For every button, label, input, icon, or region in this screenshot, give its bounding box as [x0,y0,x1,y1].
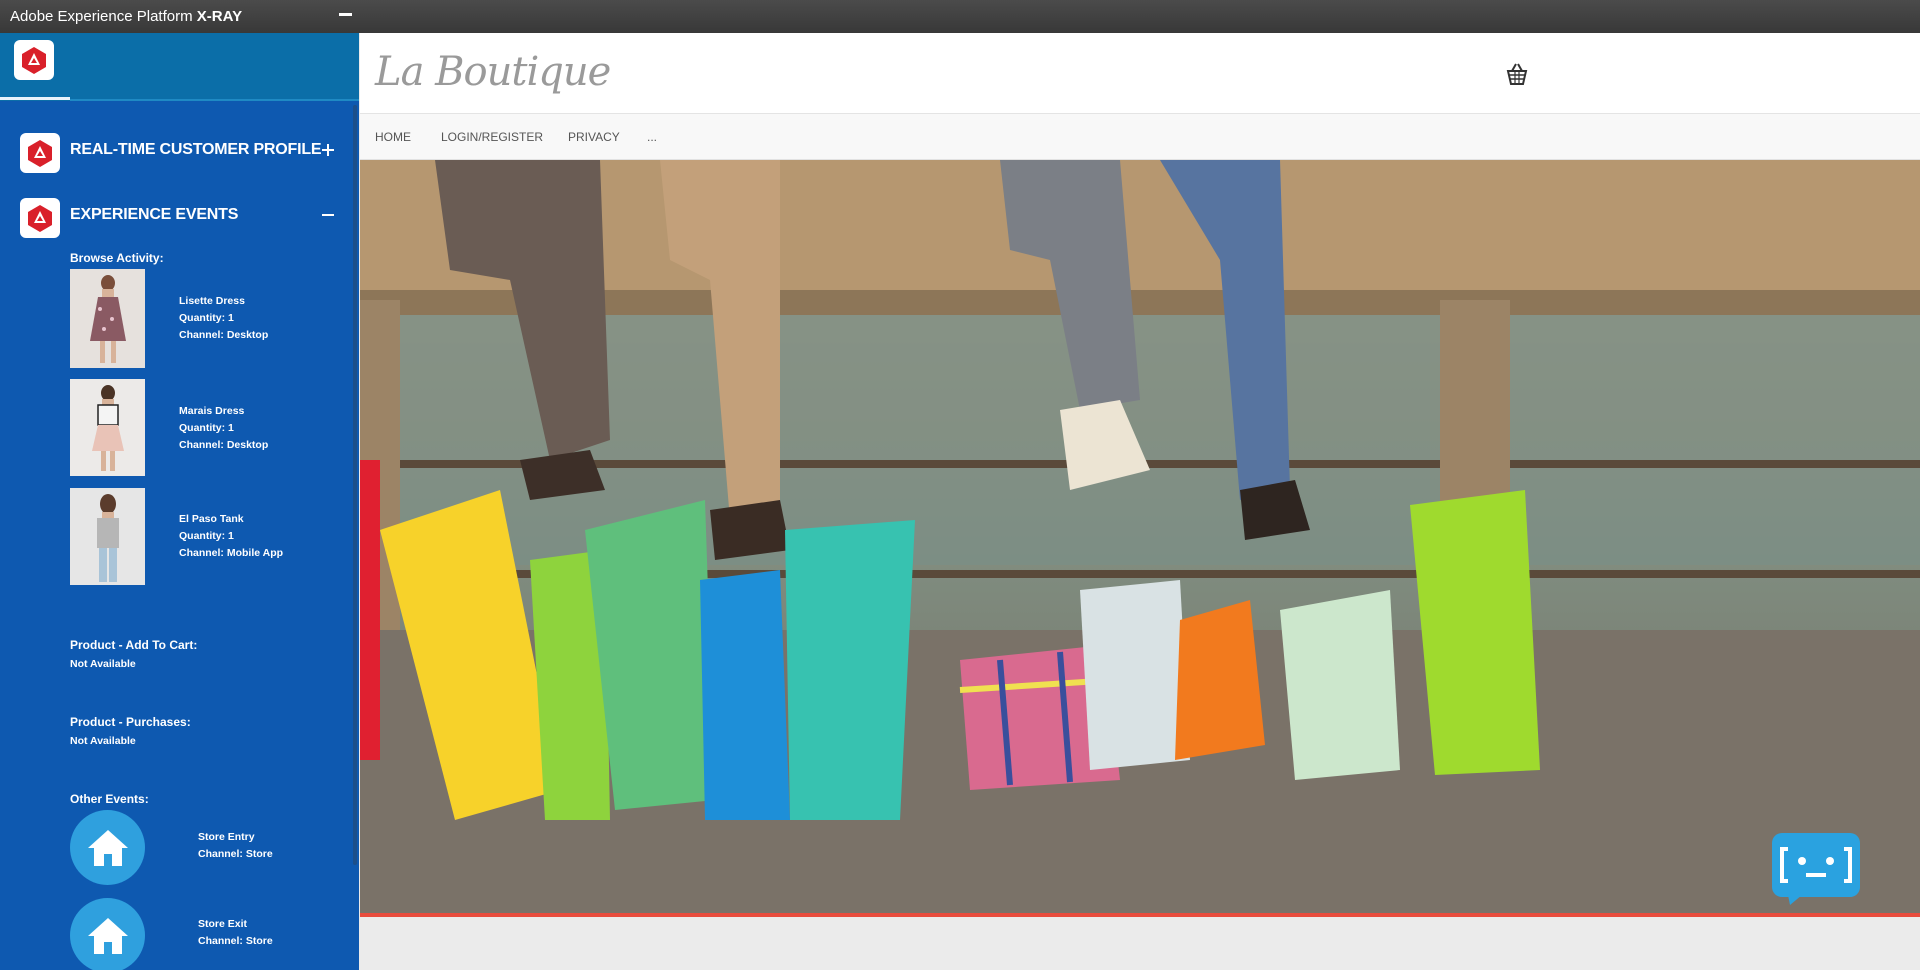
event-name: Store Exit [198,918,248,930]
home-icon [70,810,145,885]
browse-item: El Paso Tank Quantity: 1 Channel: Mobile… [179,511,283,562]
other-event-item: Store Exit Channel: Store [198,916,273,950]
brand-logo[interactable]: La Boutique [375,49,611,95]
store-page: La Boutique HOME LOGIN/REGISTER PRIVACY … [360,33,1920,970]
adobe-logo-icon[interactable] [14,40,54,80]
cart-icon[interactable] [1504,61,1530,87]
nav-privacy[interactable]: PRIVACY [568,130,620,144]
item-channel: Channel: Mobile App [179,547,284,559]
item-channel: Channel: Desktop [179,329,269,341]
store-header: La Boutique [360,33,1920,114]
nav-more[interactable]: ... [647,130,657,144]
expand-profile-button[interactable] [320,141,338,159]
browse-item: Marais Dress Quantity: 1 Channel: Deskto… [179,403,268,454]
app-title-bar: Adobe Experience Platform X-RAY [0,0,1920,33]
item-name: Marais Dress [179,405,245,417]
product-thumbnail[interactable] [70,488,145,585]
browse-activity-heading: Browse Activity: [70,251,164,265]
product-thumbnail[interactable] [70,269,145,368]
main-nav: HOME LOGIN/REGISTER PRIVACY ... [360,114,1920,160]
collapse-events-button[interactable] [320,206,338,224]
item-name: El Paso Tank [179,513,244,525]
item-quantity: Quantity: 1 [179,530,234,542]
item-quantity: Quantity: 1 [179,312,234,324]
nav-home[interactable]: HOME [375,130,411,144]
event-channel: Channel: Store [198,935,273,947]
events-section-icon [20,198,60,238]
other-events-heading: Other Events: [70,792,149,806]
app-title: Adobe Experience Platform X-RAY [10,8,242,25]
nav-login-register[interactable]: LOGIN/REGISTER [441,130,543,144]
browse-item: Lisette Dress Quantity: 1 Channel: Deskt… [179,293,268,344]
chatbot-icon[interactable] [1772,833,1860,905]
panel-scrollbar[interactable] [353,105,357,865]
active-tab-indicator [0,97,70,100]
purchases-heading: Product - Purchases: [70,715,191,729]
item-channel: Channel: Desktop [179,439,269,451]
profile-section-icon [20,133,60,173]
panel-header [0,33,359,101]
xray-panel: REAL-TIME CUSTOMER PROFILE EXPERIENCE EV… [0,33,359,970]
product-thumbnail[interactable] [70,379,145,476]
add-to-cart-value: Not Available [70,658,136,670]
home-icon [70,898,145,970]
purchases-value: Not Available [70,735,136,747]
hero-accent-line [360,913,1920,917]
section-title-profile[interactable]: REAL-TIME CUSTOMER PROFILE [70,141,322,159]
other-event-item: Store Entry Channel: Store [198,829,273,863]
app-title-bold: X-RAY [196,8,243,25]
header-divider [70,99,359,101]
event-name: Store Entry [198,831,255,843]
event-channel: Channel: Store [198,848,273,860]
item-name: Lisette Dress [179,295,245,307]
item-quantity: Quantity: 1 [179,422,234,434]
hero-banner-image [360,160,1920,916]
section-title-events[interactable]: EXPERIENCE EVENTS [70,206,238,224]
app-title-prefix: Adobe Experience Platform [10,8,193,25]
add-to-cart-heading: Product - Add To Cart: [70,638,198,652]
collapse-panel-button[interactable] [339,13,352,16]
